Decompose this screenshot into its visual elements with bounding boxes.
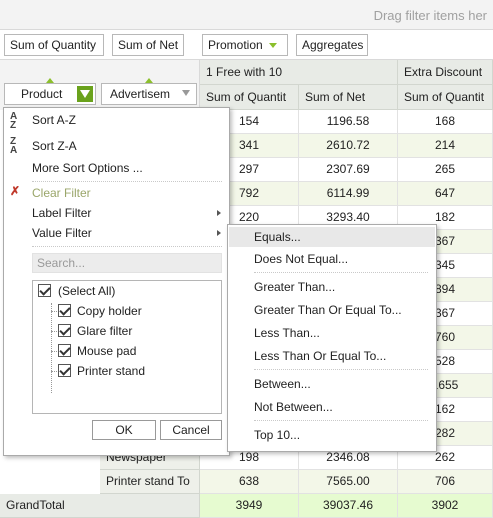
select-all-checkbox[interactable]: [38, 284, 51, 297]
less-than-or-equal-item[interactable]: Less Than Or Equal To...: [254, 346, 386, 366]
column-fields-bar: Sum of Quantity Sum of Net Promotion Agg…: [0, 30, 493, 60]
tree-line: [51, 311, 57, 312]
clear-filter-icon: ✗: [10, 184, 21, 198]
menu-separator: [32, 181, 222, 182]
field-advertisement[interactable]: Advertisem: [101, 78, 197, 105]
grand-total-cell: 39037.46: [299, 494, 398, 518]
column-group-header: Extra Discount: [398, 60, 493, 85]
field-promotion[interactable]: Promotion: [202, 34, 288, 56]
item-checkbox[interactable]: [58, 344, 71, 357]
sort-za-icon: ZA: [10, 136, 18, 156]
field-sum-of-net[interactable]: Sum of Net: [112, 34, 184, 56]
filter-drop-hint: Drag filter items her: [373, 8, 487, 23]
data-cell: 2610.72: [299, 134, 398, 158]
filter-items-list[interactable]: (Select All) Copy holder Glare filter Mo…: [32, 280, 222, 414]
submenu-arrow-icon: [217, 210, 221, 216]
sort-indicator-icon: [46, 78, 54, 83]
data-cell: 647: [398, 182, 493, 206]
column-subheader: Sum of Quantit: [398, 85, 493, 110]
clear-filter-item[interactable]: Clear Filter: [32, 183, 91, 203]
sort-az-icon: AZ: [10, 111, 18, 131]
field-aggregates[interactable]: Aggregates: [296, 34, 368, 56]
tree-line: [51, 303, 52, 393]
menu-separator: [254, 272, 428, 273]
item-label: Mouse pad: [77, 344, 137, 358]
data-cell: 7565.00: [299, 470, 398, 494]
greater-than-item[interactable]: Greater Than...: [254, 277, 335, 297]
tree-line: [51, 351, 57, 352]
top-10-item[interactable]: Top 10...: [254, 425, 300, 445]
grand-total-cell: 3902: [398, 494, 493, 518]
item-checkbox[interactable]: [58, 304, 71, 317]
filter-popup: AZ Sort A-Z ZA Sort Z-A More Sort Option…: [3, 107, 230, 456]
sort-a-z-item[interactable]: Sort A-Z: [32, 110, 76, 130]
value-filter-item[interactable]: Value Filter: [32, 223, 227, 243]
data-cell: 706: [398, 470, 493, 494]
item-label: Copy holder: [77, 304, 142, 318]
sort-indicator-icon: [145, 78, 153, 83]
menu-separator: [254, 420, 428, 421]
label-filter-item[interactable]: Label Filter: [32, 203, 227, 223]
row-fields-area: Product Advertisem: [0, 60, 200, 110]
field-product[interactable]: Product: [4, 78, 96, 105]
ok-button[interactable]: OK: [92, 420, 156, 440]
column-subheader: Sum of Net: [299, 85, 398, 110]
less-than-item[interactable]: Less Than...: [254, 323, 320, 343]
data-cell: 1196.58: [299, 110, 398, 134]
data-cell: 2307.69: [299, 158, 398, 182]
submenu-arrow-icon: [217, 230, 221, 236]
filter-active-icon[interactable]: [77, 86, 93, 102]
data-cell: 214: [398, 134, 493, 158]
data-cell: 265: [398, 158, 493, 182]
equals-item[interactable]: Equals...: [254, 227, 301, 247]
row-label: Printer stand To: [100, 470, 200, 494]
dropdown-arrow-icon[interactable]: [268, 43, 277, 49]
menu-separator: [32, 246, 222, 247]
select-all-label: (Select All): [58, 284, 116, 298]
sort-z-a-item[interactable]: Sort Z-A: [32, 136, 77, 156]
more-sort-options-item[interactable]: More Sort Options ...: [32, 158, 143, 178]
greater-than-or-equal-item[interactable]: Greater Than Or Equal To...: [254, 300, 402, 320]
menu-separator: [254, 369, 428, 370]
cancel-button[interactable]: Cancel: [160, 420, 222, 440]
grand-total-label: GrandTotal: [0, 494, 200, 518]
does-not-equal-item[interactable]: Does Not Equal...: [254, 249, 348, 269]
between-item[interactable]: Between...: [254, 374, 311, 394]
item-label: Printer stand: [77, 364, 146, 378]
item-checkbox[interactable]: [58, 364, 71, 377]
value-filter-submenu: Equals... Does Not Equal... Greater Than…: [227, 224, 437, 452]
tree-line: [51, 331, 57, 332]
item-checkbox[interactable]: [58, 324, 71, 337]
item-label: Glare filter: [77, 324, 133, 338]
search-input[interactable]: Search...: [32, 253, 222, 273]
tree-line: [51, 371, 57, 372]
not-between-item[interactable]: Not Between...: [254, 397, 333, 417]
data-cell: 638: [200, 470, 299, 494]
column-group-header: 1 Free with 10: [200, 60, 398, 85]
filter-icon[interactable]: [182, 90, 190, 96]
filter-drop-area[interactable]: Drag filter items her: [0, 0, 493, 30]
grand-total-cell: 3949: [200, 494, 299, 518]
field-sum-of-quantity[interactable]: Sum of Quantity: [4, 34, 104, 56]
data-cell: 168: [398, 110, 493, 134]
data-cell: 6114.99: [299, 182, 398, 206]
